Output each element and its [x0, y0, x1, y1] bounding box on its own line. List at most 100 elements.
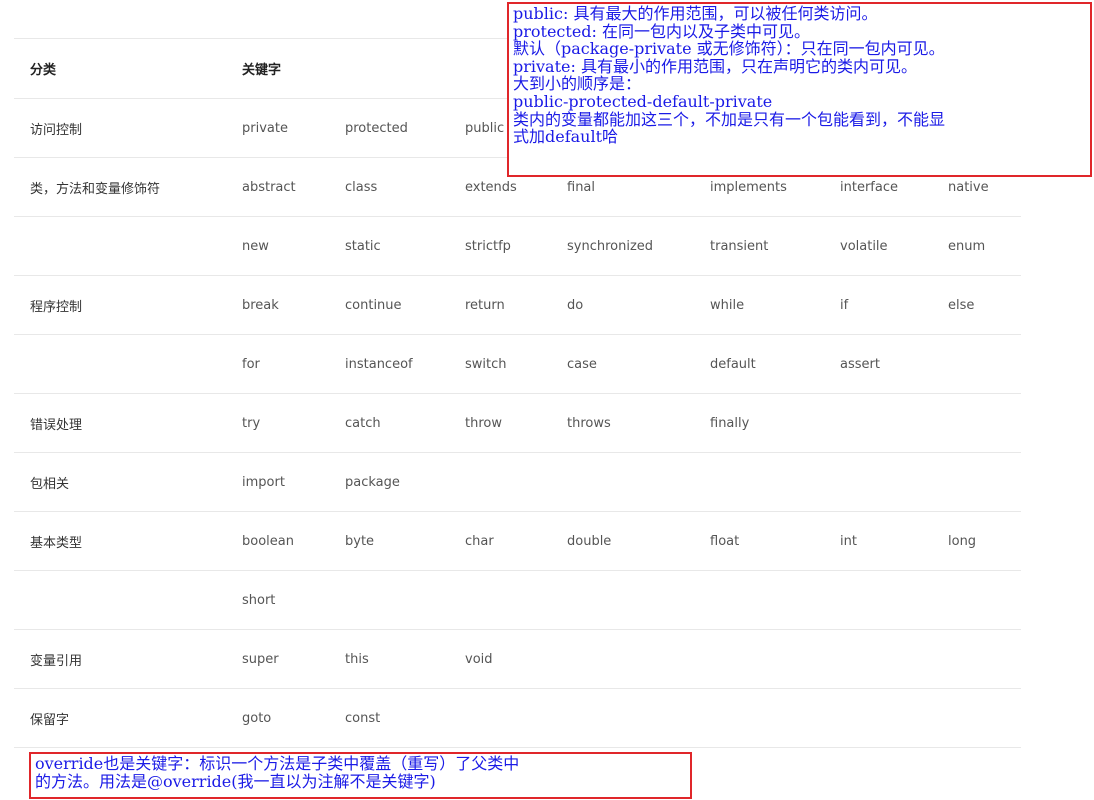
keyword-cell: short — [226, 570, 329, 630]
category-cell: 保留字 — [14, 688, 226, 748]
keyword-cell: switch — [449, 334, 551, 394]
table-header-cell — [329, 38, 449, 99]
keyword-cell: volatile — [824, 216, 932, 276]
category-cell: 包相关 — [14, 452, 226, 512]
category-cell: 访问控制 — [14, 98, 226, 158]
keyword-cell — [329, 570, 449, 630]
table-header-cell: 分类 — [14, 38, 226, 99]
keyword-cell — [932, 570, 1021, 630]
keyword-cell: void — [449, 629, 551, 689]
keyword-cell: new — [226, 216, 329, 276]
keyword-cell: if — [824, 275, 932, 335]
keyword-cell: throws — [551, 393, 694, 453]
keyword-cell: else — [932, 275, 1021, 335]
annotation-line: 大到小的顺序是： — [513, 74, 642, 94]
keyword-cell: try — [226, 393, 329, 453]
keyword-cell — [551, 452, 694, 512]
keyword-cell: private — [226, 98, 329, 158]
annotation-access-modifiers: public: 具有最大的作用范围，可以被任何类访问。 protected: 在同… — [507, 2, 1092, 177]
keyword-cell — [694, 629, 824, 689]
keyword-cell: transient — [694, 216, 824, 276]
table-row: 保留字 goto const — [14, 688, 1021, 748]
table-header-cell: 关键字 — [226, 38, 329, 99]
category-cell: 程序控制 — [14, 275, 226, 335]
annotation-line: 式加default哈 — [513, 127, 619, 147]
keyword-cell — [932, 629, 1021, 689]
annotation-line: override也是关键字：标识一个方法是子类中覆盖（重写）了父类中 — [35, 754, 520, 773]
keyword-cell: boolean — [226, 511, 329, 571]
table-row: 程序控制 break continue return do while if else — [14, 275, 1021, 335]
table-row: 错误处理 try catch throw throws finally — [14, 393, 1021, 453]
keyword-cell: this — [329, 629, 449, 689]
keyword-cell: long — [932, 511, 1021, 571]
keyword-cell: static — [329, 216, 449, 276]
keyword-cell — [932, 334, 1021, 394]
keyword-cell — [932, 452, 1021, 512]
keyword-cell — [932, 688, 1021, 748]
keyword-cell — [551, 688, 694, 748]
keyword-cell: break — [226, 275, 329, 335]
table-row: 变量引用 super this void — [14, 629, 1021, 689]
category-cell: 变量引用 — [14, 629, 226, 689]
keyword-cell: const — [329, 688, 449, 748]
keyword-cell: int — [824, 511, 932, 571]
keyword-cell — [449, 688, 551, 748]
table-body: 访问控制 private protected public 类，方法和变量修饰符 abst… — [14, 98, 1021, 748]
keyword-cell: do — [551, 275, 694, 335]
table-row: for instanceof switch case default assert — [14, 334, 1021, 394]
table-row: 包相关 import package — [14, 452, 1021, 512]
category-cell: 类，方法和变量修饰符 — [14, 157, 226, 217]
keyword-cell: while — [694, 275, 824, 335]
keyword-cell — [824, 688, 932, 748]
keyword-cell: goto — [226, 688, 329, 748]
keyword-cell: char — [449, 511, 551, 571]
keyword-cell — [824, 629, 932, 689]
keyword-cell: synchronized — [551, 216, 694, 276]
keyword-cell: import — [226, 452, 329, 512]
keyword-cell: super — [226, 629, 329, 689]
keyword-cell — [824, 452, 932, 512]
table-row: new static strictfp synchronized transient vo… — [14, 216, 1021, 276]
keyword-cell — [824, 393, 932, 453]
keyword-cell — [694, 570, 824, 630]
keyword-cell — [551, 629, 694, 689]
keyword-cell: case — [551, 334, 694, 394]
keyword-cell: abstract — [226, 157, 329, 217]
keyword-cell: continue — [329, 275, 449, 335]
keyword-cell: instanceof — [329, 334, 449, 394]
keyword-cell: package — [329, 452, 449, 512]
keyword-cell — [449, 570, 551, 630]
category-cell — [14, 570, 226, 630]
annotation-override: override也是关键字：标识一个方法是子类中覆盖（重写）了父类中 的方法。用法… — [29, 752, 692, 799]
annotation-line: 的方法。用法是@override(我一直以为注解不是关键字) — [35, 771, 436, 791]
keyword-cell — [694, 452, 824, 512]
keyword-cell: byte — [329, 511, 449, 571]
annotation-line: 类内的变量都能加这三个，不加是只有一个包能看到，不能显 — [513, 109, 946, 129]
keyword-cell — [449, 452, 551, 512]
keyword-cell: finally — [694, 393, 824, 453]
annotation-line: public-protected-default-private — [513, 91, 773, 111]
annotation-line: protected: 在同一包内以及子类中可见。 — [513, 21, 811, 41]
keyword-cell: for — [226, 334, 329, 394]
category-cell — [14, 216, 226, 276]
keyword-cell: default — [694, 334, 824, 394]
annotation-line: 默认（package-private 或无修饰符）：只在同一包内可见。 — [513, 39, 945, 59]
keyword-cell: return — [449, 275, 551, 335]
annotation-line: public: 具有最大的作用范围，可以被任何类访问。 — [513, 4, 878, 23]
keyword-cell: class — [329, 157, 449, 217]
keyword-cell — [932, 393, 1021, 453]
keyword-cell: catch — [329, 393, 449, 453]
keyword-cell — [824, 570, 932, 630]
keyword-cell — [694, 688, 824, 748]
keyword-cell: throw — [449, 393, 551, 453]
keyword-cell: strictfp — [449, 216, 551, 276]
keyword-cell — [551, 570, 694, 630]
annotation-line: private: 具有最小的作用范围，只在声明它的类内可见。 — [513, 56, 917, 76]
keyword-cell: double — [551, 511, 694, 571]
category-cell: 基本类型 — [14, 511, 226, 571]
keyword-cell: enum — [932, 216, 1021, 276]
keyword-cell: assert — [824, 334, 932, 394]
keyword-cell: float — [694, 511, 824, 571]
category-cell: 错误处理 — [14, 393, 226, 453]
category-cell — [14, 334, 226, 394]
